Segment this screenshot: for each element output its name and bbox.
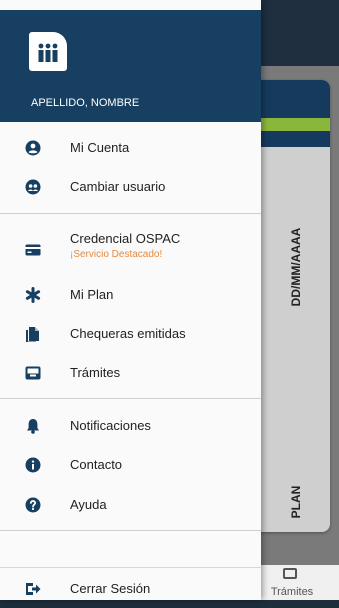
- menu-item-credencial[interactable]: Credencial OSPAC ¡Servicio Destacado!: [0, 225, 261, 271]
- tramites-label: Trámites: [70, 365, 121, 380]
- divider: [0, 398, 261, 399]
- info-icon: [25, 457, 41, 473]
- menu-item-cambiar-usuario[interactable]: Cambiar usuario: [0, 168, 261, 206]
- divider: [0, 530, 261, 531]
- menu-item-mi-cuenta[interactable]: Mi Cuenta: [0, 129, 261, 167]
- asterisk-icon: [25, 287, 41, 303]
- ayuda-label: Ayuda: [70, 497, 107, 512]
- switch-user-icon: [25, 179, 41, 195]
- menu-item-ayuda[interactable]: Ayuda: [0, 486, 261, 524]
- menu-item-chequeras[interactable]: Chequeras emitidas: [0, 315, 261, 353]
- menu-item-notificaciones[interactable]: Notificaciones: [0, 407, 261, 445]
- mi-cuenta-label: Mi Cuenta: [70, 140, 130, 155]
- help-icon: [25, 497, 41, 513]
- tramites-tab-icon[interactable]: [283, 568, 297, 579]
- card-date: DD/MM/AAAA: [289, 227, 303, 307]
- app-logo-icon: [29, 32, 67, 71]
- inbox-icon: [25, 366, 41, 380]
- navigation-drawer: APELLIDO, NOMBRE Mi Cuenta Cambiar usuar…: [0, 0, 261, 600]
- credit-card-icon: [25, 244, 41, 256]
- logout-icon: [26, 583, 41, 595]
- documents-icon: [26, 327, 39, 342]
- menu-item-contacto[interactable]: Contacto: [0, 446, 261, 484]
- divider: [0, 213, 261, 214]
- cambiar-usuario-label: Cambiar usuario: [70, 179, 166, 194]
- credencial-label: Credencial OSPAC: [70, 231, 181, 246]
- card-plan: PLAN: [289, 485, 303, 519]
- credencial-subtitle: ¡Servicio Destacado!: [70, 249, 163, 260]
- menu-item-cerrar-sesion[interactable]: Cerrar Sesión: [0, 570, 261, 608]
- menu-item-mi-plan[interactable]: Mi Plan: [0, 276, 261, 314]
- user-name: APELLIDO, NOMBRE: [31, 97, 140, 109]
- menu-item-tramites[interactable]: Trámites: [0, 354, 261, 392]
- contacto-label: Contacto: [70, 457, 123, 472]
- divider: [0, 567, 261, 568]
- bell-icon: [27, 419, 39, 434]
- mi-plan-label: Mi Plan: [70, 287, 114, 302]
- user-circle-icon: [25, 140, 41, 156]
- notificaciones-label: Notificaciones: [70, 418, 151, 433]
- tramites-tab-label[interactable]: Trámites: [264, 586, 320, 598]
- drawer-header: APELLIDO, NOMBRE: [0, 10, 261, 122]
- chequeras-label: Chequeras emitidas: [70, 326, 186, 341]
- cerrar-sesion-label: Cerrar Sesión: [70, 581, 151, 596]
